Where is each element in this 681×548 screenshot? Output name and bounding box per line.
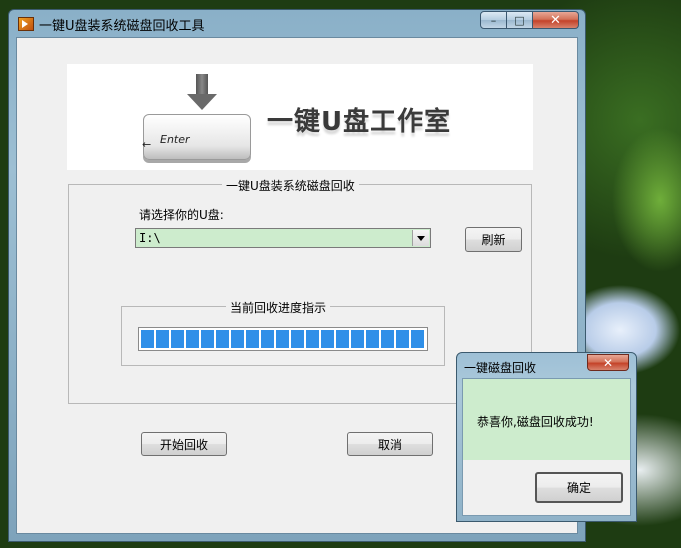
banner: ← Enter 一键U盘工作室 <box>67 64 533 170</box>
drive-select-value: I:\ <box>139 231 161 245</box>
caption-buttons: – □ ✕ <box>480 11 579 30</box>
close-button[interactable]: ✕ <box>533 11 579 29</box>
drive-select[interactable]: I:\ <box>135 228 431 248</box>
progress-segment <box>156 330 169 348</box>
progress-segment <box>411 330 424 348</box>
app-icon <box>18 17 34 31</box>
chevron-down-icon[interactable] <box>412 230 429 246</box>
progress-segment <box>381 330 394 348</box>
progress-segment <box>201 330 214 348</box>
progress-segment <box>366 330 379 348</box>
progress-segment <box>336 330 349 348</box>
dialog-close-button[interactable]: ✕ <box>587 354 629 371</box>
cancel-button[interactable]: 取消 <box>347 432 433 456</box>
maximize-button[interactable]: □ <box>507 11 533 29</box>
start-recovery-button[interactable]: 开始回收 <box>141 432 227 456</box>
message-dialog: 一键磁盘回收 ✕ 恭喜你,磁盘回收成功! 确定 <box>456 352 637 522</box>
progress-segment <box>141 330 154 348</box>
progress-segment <box>291 330 304 348</box>
progress-segment <box>216 330 229 348</box>
progress-group-legend: 当前回收进度指示 <box>226 299 331 316</box>
progress-segment <box>321 330 334 348</box>
dialog-title: 一键磁盘回收 <box>464 361 537 375</box>
ok-button[interactable]: 确定 <box>535 472 623 503</box>
recovery-group-legend: 一键U盘装系统磁盘回收 <box>222 177 359 194</box>
title-bar[interactable]: 一键U盘装系统磁盘回收工具 – □ ✕ <box>9 10 585 36</box>
window-title: 一键U盘装系统磁盘回收工具 <box>39 19 205 34</box>
left-arrow-icon: ← <box>142 138 152 151</box>
progress-segment <box>276 330 289 348</box>
progress-segment <box>306 330 319 348</box>
enter-key-label: Enter <box>160 133 190 146</box>
progress-bar-fill <box>141 330 424 348</box>
dialog-message: 恭喜你,磁盘回收成功! <box>477 415 594 429</box>
progress-segment <box>231 330 244 348</box>
enter-key-icon: ← Enter <box>142 114 251 160</box>
progress-segment <box>186 330 199 348</box>
dialog-body: 恭喜你,磁盘回收成功! 确定 <box>462 378 631 516</box>
progress-segment <box>246 330 259 348</box>
select-drive-label: 请选择你的U盘: <box>139 208 224 222</box>
brand-logo-text: 一键U盘工作室 <box>267 107 452 137</box>
dialog-content: 恭喜你,磁盘回收成功! <box>463 379 630 460</box>
refresh-button[interactable]: 刷新 <box>465 227 522 252</box>
progress-segment <box>351 330 364 348</box>
progress-bar <box>138 327 428 351</box>
minimize-button[interactable]: – <box>480 11 507 29</box>
progress-segment <box>261 330 274 348</box>
progress-segment <box>171 330 184 348</box>
progress-segment <box>396 330 409 348</box>
